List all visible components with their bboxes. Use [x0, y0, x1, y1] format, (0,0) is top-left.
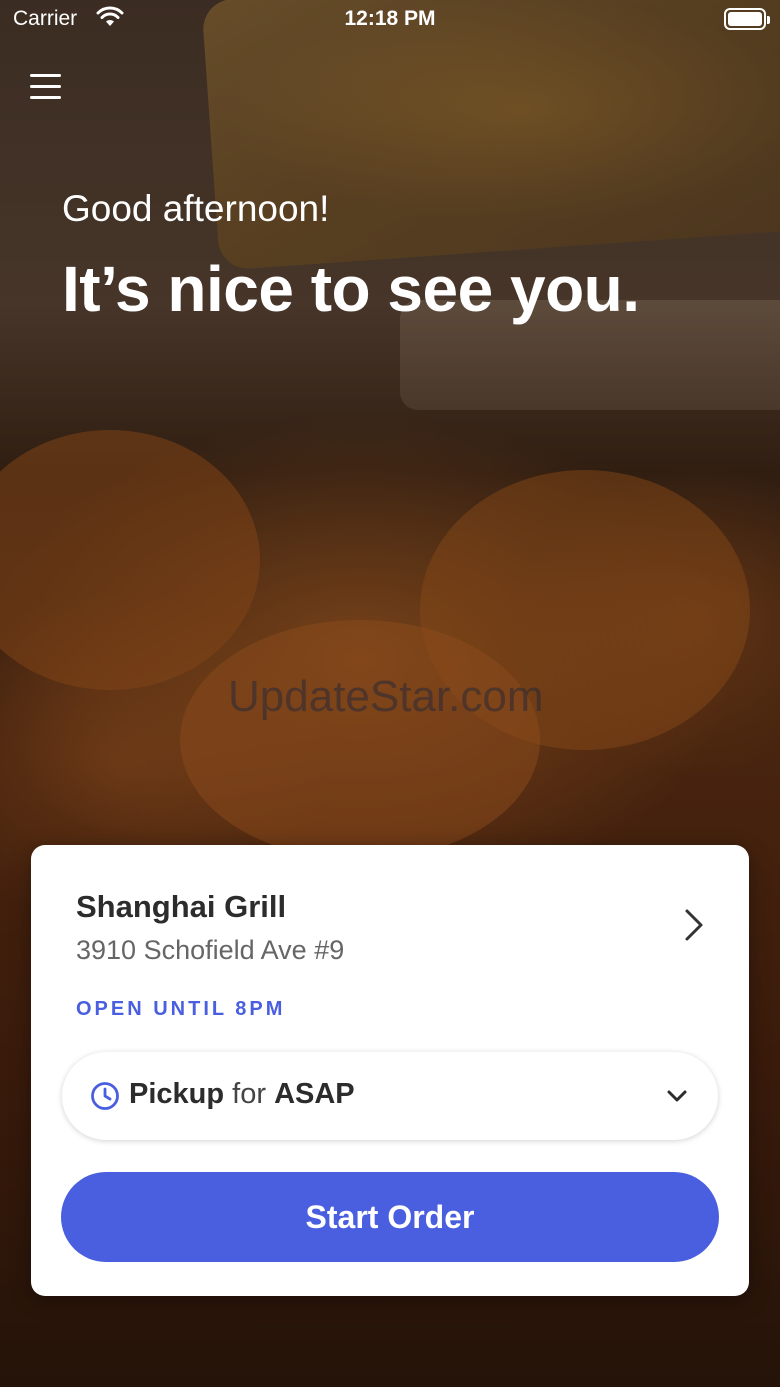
order-type-label: Pickup for ASAP: [129, 1078, 355, 1111]
store-address: 3910 Schofield Ave #9: [76, 935, 345, 965]
chevron-right-icon[interactable]: [679, 907, 709, 943]
store-name[interactable]: Shanghai Grill: [76, 889, 286, 925]
greeting-text: Good afternoon!: [62, 188, 330, 229]
start-order-button[interactable]: Start Order: [61, 1172, 719, 1262]
home-screen: Carrier 12:18 PM Good afternoon! It’s ni…: [0, 0, 780, 1387]
watermark-text: UpdateStar.com: [228, 672, 544, 721]
hamburger-menu-icon[interactable]: [30, 74, 62, 104]
order-mode: Pickup: [129, 1078, 225, 1110]
status-time: 12:18 PM: [344, 7, 436, 30]
store-card: Shanghai Grill 3910 Schofield Ave #9 OPE…: [31, 845, 749, 1296]
headline-text: It’s nice to see you.: [62, 253, 640, 325]
clock-icon: [90, 1081, 120, 1111]
order-time: ASAP: [274, 1078, 355, 1110]
order-connector: for: [232, 1078, 266, 1110]
open-status-label: OPEN UNTIL 8PM: [76, 998, 286, 1020]
battery-icon: [724, 8, 770, 30]
chevron-down-icon: [666, 1088, 688, 1104]
order-type-select[interactable]: Pickup for ASAP: [62, 1052, 718, 1140]
status-bar: Carrier 12:18 PM: [0, 0, 780, 40]
